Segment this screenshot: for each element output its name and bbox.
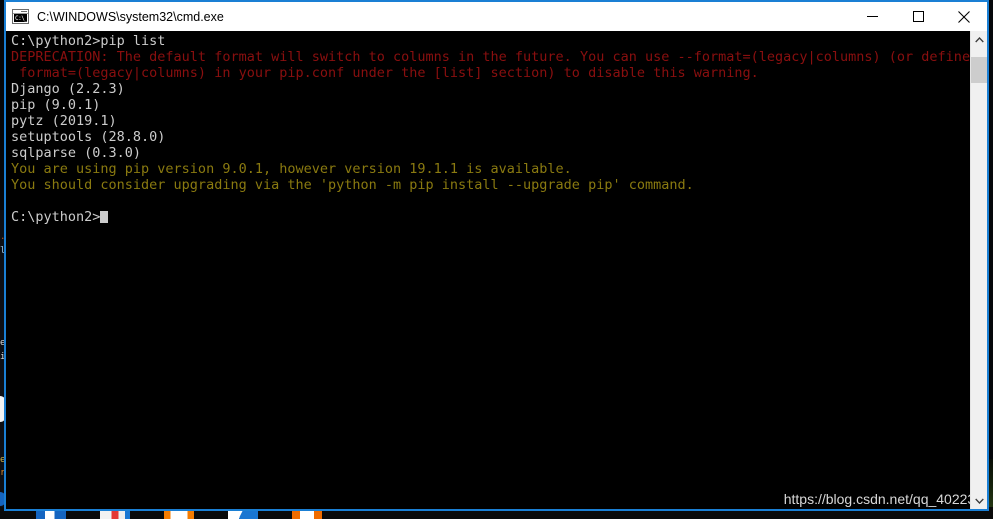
minimize-button[interactable] xyxy=(849,2,895,31)
console-line-text: pip (9.0.1) xyxy=(11,97,101,113)
window-titlebar[interactable]: C:\_ C:\WINDOWS\system32\cmd.exe xyxy=(6,2,987,31)
scroll-up-button[interactable] xyxy=(971,31,987,48)
console-line-text: C:\python2> xyxy=(11,209,101,225)
console-line-text: DEPRECATION: The default format will swi… xyxy=(11,49,970,65)
close-button[interactable] xyxy=(941,2,987,31)
cmd-window[interactable]: C:\_ C:\WINDOWS\system32\cmd.exe C:\pyth… xyxy=(4,0,989,511)
maximize-button[interactable] xyxy=(895,2,941,31)
console-line: format=(legacy|columns) in your pip.conf… xyxy=(11,65,970,81)
console-line: sqlparse (0.3.0) xyxy=(11,145,970,161)
console-line-text: format=(legacy|columns) in your pip.conf… xyxy=(11,65,759,81)
console-line: DEPRECATION: The default format will swi… xyxy=(11,49,970,65)
console-line-text: Django (2.2.3) xyxy=(11,81,125,97)
minimize-icon xyxy=(866,16,878,17)
console-line: pytz (2019.1) xyxy=(11,113,970,129)
window-title: C:\WINDOWS\system32\cmd.exe xyxy=(37,9,224,24)
console-scrollbar[interactable] xyxy=(970,31,987,509)
console-line: C:\python2>pip list xyxy=(11,33,970,49)
scrollbar-track[interactable] xyxy=(971,48,987,492)
window-controls xyxy=(849,2,987,31)
console-line: C:\python2> xyxy=(11,209,970,225)
console-line: Django (2.2.3) xyxy=(11,81,970,97)
console-line-text: setuptools (28.8.0) xyxy=(11,129,166,145)
cmd-icon: C:\_ xyxy=(12,9,29,24)
console-line-text: You are using pip version 9.0.1, however… xyxy=(11,161,572,177)
console-output[interactable]: C:\python2>pip list DEPRECATION: The defa… xyxy=(6,31,970,509)
scrollbar-thumb[interactable] xyxy=(971,56,987,83)
console-line-text: C:\python2>pip list xyxy=(11,33,166,49)
console-line: You should consider upgrading via the 'p… xyxy=(11,177,970,193)
close-icon xyxy=(958,10,970,23)
console-cursor xyxy=(100,211,109,223)
console-line: setuptools (28.8.0) xyxy=(11,129,970,145)
console-line-text: sqlparse (0.3.0) xyxy=(11,145,142,161)
scroll-down-button[interactable] xyxy=(971,492,987,509)
console-line: You are using pip version 9.0.1, however… xyxy=(11,161,970,177)
console-line-text: You should consider upgrading via the 'p… xyxy=(11,177,694,193)
cmd-icon-glyph: C:\_ xyxy=(14,14,27,22)
maximize-icon xyxy=(912,11,924,22)
console-line-text: pytz (2019.1) xyxy=(11,113,117,129)
window-body: C:\python2>pip list DEPRECATION: The defa… xyxy=(6,31,987,509)
chevron-down-icon xyxy=(974,498,984,504)
console-line: pip (9.0.1) xyxy=(11,97,970,113)
chevron-up-icon xyxy=(974,36,984,42)
